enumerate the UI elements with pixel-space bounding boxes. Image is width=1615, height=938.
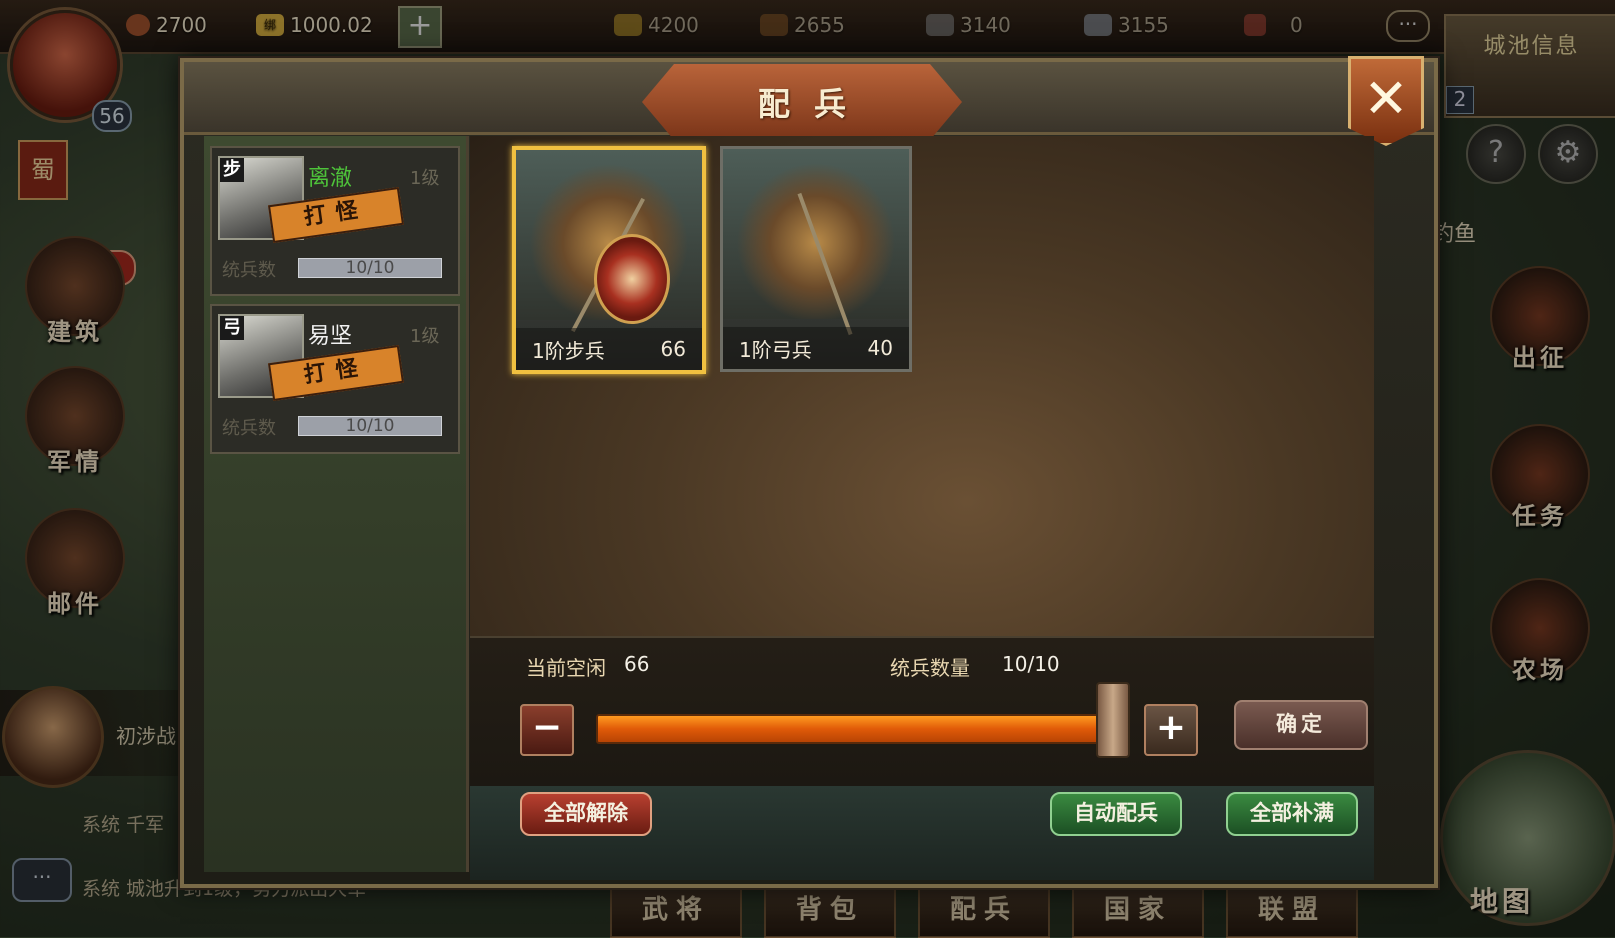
refill-all-button[interactable]: 全部补满 (1226, 792, 1358, 836)
general-level: 1级 (410, 168, 440, 189)
idle-label: 当前空闲 (526, 656, 606, 680)
general-name: 离澈 (308, 166, 353, 191)
close-button[interactable]: ✕ (1348, 56, 1424, 146)
idle-value: 66 (624, 652, 650, 676)
troop-info: 1阶步兵 66 (516, 328, 702, 370)
troop-card-archer[interactable]: 1阶弓兵 40 (720, 146, 912, 372)
infantry-type-icon: 步 (220, 158, 244, 182)
troop-assignment-dialog: 配兵 ✕ 步 离澈 1级 打怪 统兵数 10/10 弓 易坚 1级 打怪 统兵数… (180, 56, 1438, 888)
confirm-button[interactable]: 确定 (1234, 700, 1368, 750)
general-card[interactable]: 步 离澈 1级 打怪 统兵数 10/10 (210, 146, 460, 296)
troop-count: 66 (660, 337, 686, 361)
general-name: 易坚 (308, 324, 353, 349)
capacity-label: 统兵数 (222, 260, 276, 281)
dialog-footer: 全部解除 自动配兵 全部补满 (470, 786, 1374, 880)
shield-icon (594, 234, 670, 324)
dialog-title-plate: 配兵 (642, 64, 962, 140)
dialog-title: 配兵 (757, 85, 870, 123)
general-card[interactable]: 弓 易坚 1级 打怪 统兵数 10/10 (210, 304, 460, 454)
troop-slider[interactable] (596, 714, 1130, 744)
troop-count: 40 (867, 336, 893, 360)
auto-assign-button[interactable]: 自动配兵 (1050, 792, 1182, 836)
troop-info: 1阶弓兵 40 (723, 327, 909, 369)
capacity-bar: 10/10 (298, 258, 442, 278)
archer-type-icon: 弓 (220, 316, 244, 340)
slider-handle[interactable] (1096, 682, 1130, 758)
capacity-label: 统兵数 (222, 418, 276, 439)
assignment-controls: 当前空闲 66 统兵数量 10/10 − + 确定 (470, 636, 1374, 788)
troop-name: 1阶弓兵 (739, 337, 812, 362)
decrease-button[interactable]: − (520, 704, 574, 756)
general-level: 1级 (410, 326, 440, 347)
command-value: 10/10 (1002, 652, 1060, 676)
release-all-button[interactable]: 全部解除 (520, 792, 652, 836)
command-label: 统兵数量 (890, 656, 970, 680)
troop-name: 1阶步兵 (532, 338, 605, 363)
increase-button[interactable]: + (1144, 704, 1198, 756)
general-list: 步 离澈 1级 打怪 统兵数 10/10 弓 易坚 1级 打怪 统兵数 10/1… (204, 136, 469, 872)
capacity-bar: 10/10 (298, 416, 442, 436)
troop-card-infantry[interactable]: 1阶步兵 66 (512, 146, 706, 374)
